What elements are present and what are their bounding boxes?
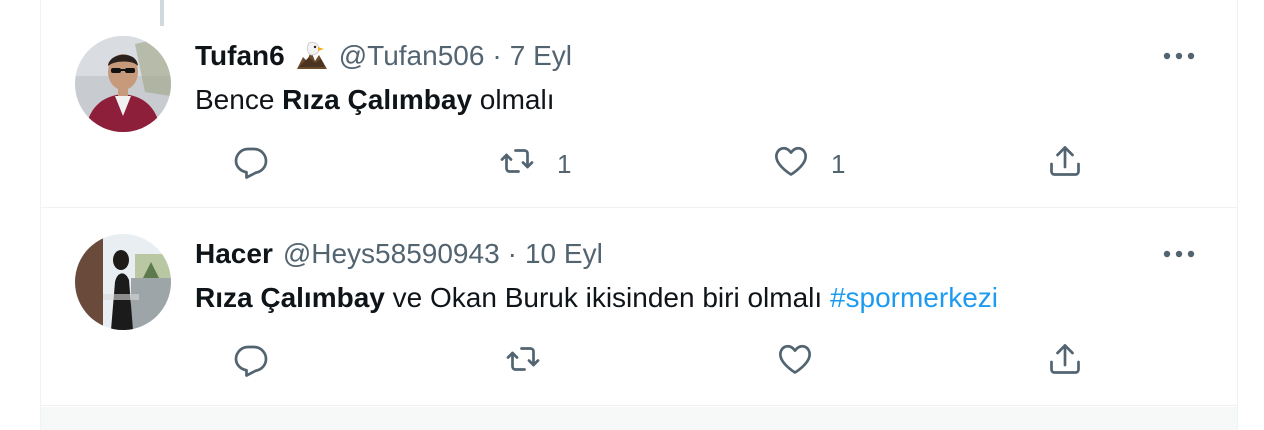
tweet-header: Tufan6 @Tufan506 · 7 Eyl <box>195 36 572 76</box>
reply-icon <box>233 143 269 186</box>
like-icon <box>777 341 813 384</box>
tweet[interactable]: Hacer @Heys58590943 · 10 Eyl Rıza Çalımb… <box>41 208 1237 406</box>
separator-dot: · <box>507 238 517 269</box>
like-count: 1 <box>831 148 846 179</box>
share-button[interactable] <box>1047 342 1083 382</box>
tweet-text-post: olmalı <box>472 84 555 115</box>
user-handle[interactable]: @Heys58590943 <box>283 238 500 270</box>
tweet-text: Bence Rıza Çalımbay olmalı <box>195 82 555 118</box>
more-options-button[interactable] <box>1159 234 1199 274</box>
user-handle[interactable]: @Tufan506 <box>339 40 485 72</box>
retweet-icon <box>499 143 535 186</box>
tweet-date[interactable]: 10 Eyl <box>525 238 603 270</box>
hashtag-link[interactable]: #spormerkezi <box>830 282 998 313</box>
tweet-date[interactable]: 7 Eyl <box>510 40 572 72</box>
tweet-text: Rıza Çalımbay ve Okan Buruk ikisinden bi… <box>195 280 998 316</box>
share-button[interactable] <box>1047 144 1083 184</box>
tweet-actions <box>195 342 1080 382</box>
tweet[interactable]: Tufan6 @Tufan506 · 7 Eyl Bence Rıza Çalı… <box>41 0 1237 208</box>
tweet-text-post: ve Okan Buruk ikisinden biri olmalı <box>384 282 830 313</box>
tweet-text-pre: Bence <box>195 84 283 115</box>
eagle-emoji <box>295 39 329 73</box>
more-icon <box>1163 245 1195 263</box>
retweet-icon <box>505 341 541 384</box>
separator-dot: · <box>492 40 502 71</box>
avatar[interactable] <box>75 36 171 132</box>
tweet-header: Hacer @Heys58590943 · 10 Eyl <box>195 234 603 274</box>
like-button[interactable]: 1 <box>773 144 845 184</box>
more-icon <box>1163 47 1195 65</box>
display-name[interactable]: Hacer <box>195 238 273 270</box>
retweet-button[interactable]: 1 <box>499 144 571 184</box>
avatar[interactable] <box>75 234 171 330</box>
retweet-button[interactable] <box>505 342 563 382</box>
reply-button[interactable] <box>233 144 291 184</box>
display-name[interactable]: Tufan6 <box>195 40 285 72</box>
feed-bottom-divider <box>41 407 1237 430</box>
like-button[interactable] <box>777 342 835 382</box>
reply-button[interactable] <box>233 342 291 382</box>
share-icon <box>1047 341 1083 384</box>
tweet-text-bold: Rıza Çalımbay <box>282 84 473 115</box>
share-icon <box>1047 143 1083 186</box>
reply-icon <box>233 341 269 384</box>
tweet-actions: 1 1 <box>195 144 1080 184</box>
like-icon <box>773 143 809 186</box>
more-options-button[interactable] <box>1159 36 1199 76</box>
retweet-count: 1 <box>557 148 572 179</box>
tweet-text-bold: Rıza Çalımbay <box>195 282 385 313</box>
tweet-feed: Tufan6 @Tufan506 · 7 Eyl Bence Rıza Çalı… <box>40 0 1238 430</box>
